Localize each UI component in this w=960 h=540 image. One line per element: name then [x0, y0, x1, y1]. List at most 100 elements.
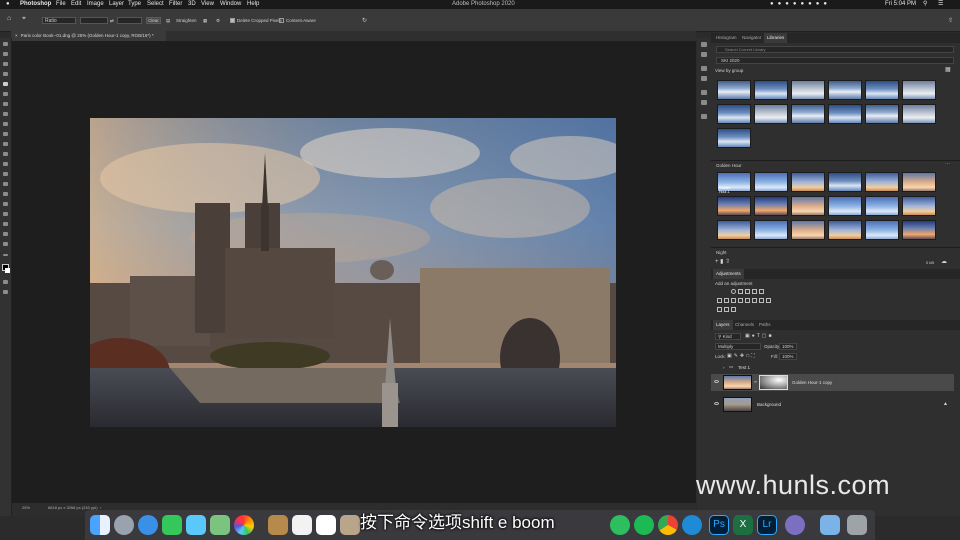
menu-type[interactable]: Type: [128, 0, 141, 9]
excel-icon[interactable]: X: [733, 515, 753, 535]
layer-mask-thumbnail[interactable]: [759, 375, 788, 390]
frame-tool-icon[interactable]: [3, 92, 8, 96]
delete-cropped-checkbox[interactable]: [230, 18, 235, 23]
layer-group-row[interactable]: › ▭ Test 1: [711, 364, 954, 373]
actions-panel-icon[interactable]: [701, 52, 707, 57]
group-more-icon[interactable]: ⋯: [945, 161, 950, 167]
close-tab-icon[interactable]: ×: [11, 33, 21, 38]
library-thumb[interactable]: [754, 104, 788, 124]
notes-icon[interactable]: [268, 515, 288, 535]
library-thumb[interactable]: [754, 80, 788, 100]
swap-icon[interactable]: ⇄: [110, 18, 114, 24]
background-color-swatch[interactable]: [5, 268, 10, 273]
brush-tool-icon[interactable]: [3, 122, 8, 126]
color-balance-icon[interactable]: [724, 298, 729, 303]
document-image[interactable]: [90, 118, 616, 427]
tab-channels[interactable]: Channels: [732, 320, 757, 330]
dodge-tool-icon[interactable]: [3, 182, 8, 186]
library-thumb[interactable]: [865, 220, 899, 240]
quick-mask-icon[interactable]: [3, 280, 8, 284]
library-thumb[interactable]: [791, 196, 825, 216]
share-icon[interactable]: ⇧: [948, 18, 953, 24]
tab-adjustments[interactable]: Adjustments: [713, 269, 744, 279]
zoom-tool-icon[interactable]: [3, 242, 8, 246]
adjust-panel-icon[interactable]: [701, 114, 707, 119]
character-panel-icon[interactable]: [701, 90, 707, 95]
library-thumb[interactable]: [717, 220, 751, 240]
ratio-select[interactable]: Ratio: [42, 17, 76, 24]
screen-mode-icon[interactable]: [3, 290, 8, 294]
reset-icon[interactable]: ↻: [362, 18, 367, 24]
group-night[interactable]: Night: [716, 250, 727, 255]
library-select[interactable]: SKI 2020: [716, 57, 954, 64]
crop-tool-icon[interactable]: ⌖: [22, 15, 26, 22]
vibrance-icon[interactable]: [759, 289, 764, 294]
menu-select[interactable]: Select: [147, 0, 164, 9]
document-tab[interactable]: × Paris color Book--01.dng @ 25% (Golden …: [11, 31, 166, 41]
group-golden-hour[interactable]: Golden Hour: [716, 163, 742, 168]
library-thumb[interactable]: [828, 80, 862, 100]
threshold-icon[interactable]: [717, 307, 722, 312]
tab-paths[interactable]: Paths: [756, 320, 774, 330]
menu-view[interactable]: View: [201, 0, 214, 9]
edge-icon[interactable]: [682, 515, 702, 535]
layer-row-background[interactable]: Background ▲: [711, 396, 954, 413]
shape-tool-icon[interactable]: [3, 222, 8, 226]
menu-window[interactable]: Window: [220, 0, 241, 9]
invert-icon[interactable]: [759, 298, 764, 303]
color-lookup-icon[interactable]: [752, 298, 757, 303]
messages-icon[interactable]: [186, 515, 206, 535]
library-thumb[interactable]: [754, 172, 788, 192]
pen-tool-icon[interactable]: [3, 192, 8, 196]
blur-tool-icon[interactable]: [3, 172, 8, 176]
clear-button[interactable]: Clear: [146, 17, 161, 24]
lock-icons[interactable]: ▣✎✚□⛶: [727, 353, 757, 359]
menu-edit[interactable]: Edit: [71, 0, 81, 9]
bw-icon[interactable]: [731, 298, 736, 303]
marquee-tool-icon[interactable]: [3, 52, 8, 56]
path-select-tool-icon[interactable]: [3, 212, 8, 216]
selective-color-icon[interactable]: [731, 307, 736, 312]
launchpad-icon[interactable]: [114, 515, 134, 535]
stamp-tool-icon[interactable]: [3, 132, 8, 136]
library-thumb[interactable]: [791, 80, 825, 100]
hand-tool-icon[interactable]: [3, 232, 8, 236]
menu-file[interactable]: File: [56, 0, 66, 9]
lock-icon[interactable]: ▲: [943, 401, 948, 407]
layer-row-golden-hour[interactable]: ∞ Golden Hour-1 copy: [711, 374, 954, 391]
control-center-icon[interactable]: ☰: [938, 0, 943, 9]
search-icon[interactable]: ⚲: [923, 0, 927, 9]
history-brush-tool-icon[interactable]: [3, 142, 8, 146]
menu-image[interactable]: Image: [87, 0, 104, 9]
visibility-eye-icon[interactable]: [714, 402, 719, 405]
app-icon[interactable]: [785, 515, 805, 535]
library-thumb[interactable]: [902, 80, 936, 100]
tab-navigator[interactable]: Navigator: [739, 33, 764, 43]
evernote-icon[interactable]: [610, 515, 630, 535]
finder-icon[interactable]: [90, 515, 110, 535]
maps-icon[interactable]: [210, 515, 230, 535]
eraser-tool-icon[interactable]: [3, 152, 8, 156]
library-search-input[interactable]: Search Current Library: [716, 46, 954, 53]
levels-icon[interactable]: [738, 289, 743, 294]
menu-filter[interactable]: Filter: [169, 0, 182, 9]
library-thumb[interactable]: [754, 196, 788, 216]
photo-filter-icon[interactable]: [738, 298, 743, 303]
library-thumb[interactable]: [828, 104, 862, 124]
layer-filter-select[interactable]: ⚲ Kind: [715, 333, 741, 340]
channel-mixer-icon[interactable]: [745, 298, 750, 303]
type-tool-icon[interactable]: [3, 202, 8, 206]
overlay-grid-icon[interactable]: ▦: [203, 18, 207, 24]
library-thumb[interactable]: [717, 128, 751, 148]
gear-icon[interactable]: ⚙: [216, 18, 220, 24]
quick-select-tool-icon[interactable]: [3, 72, 8, 76]
menu-help[interactable]: Help: [247, 0, 259, 9]
library-thumb[interactable]: [865, 196, 899, 216]
reminders-icon[interactable]: [292, 515, 312, 535]
brightness-icon[interactable]: [731, 289, 736, 294]
blend-mode-select[interactable]: Multiply: [715, 343, 761, 350]
ratio-width-input[interactable]: [80, 17, 108, 24]
library-thumb[interactable]: [828, 172, 862, 192]
library-thumb[interactable]: [865, 80, 899, 100]
tab-libraries[interactable]: Libraries: [764, 33, 788, 43]
